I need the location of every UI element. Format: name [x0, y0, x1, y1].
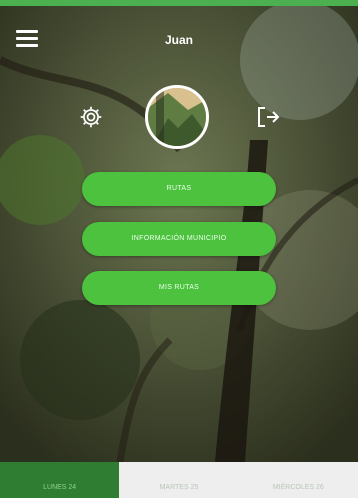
user-name: Juan [164, 33, 193, 47]
logout-icon[interactable] [254, 103, 282, 131]
app-screen: Juan RUTAS INFORMACIÓN MUNICIPIO MIS RUT… [0, 0, 358, 498]
day-tabs: LUNES 24 MARTES 25 MIÉRCOLES 26 [0, 462, 358, 498]
municipality-info-button[interactable]: INFORMACIÓN MUNICIPIO [82, 222, 276, 256]
routes-button[interactable]: RUTAS [82, 172, 276, 206]
my-routes-button[interactable]: MIS RUTAS [82, 271, 276, 305]
gear-icon[interactable] [78, 104, 104, 130]
tab-tuesday[interactable]: MARTES 25 [119, 462, 239, 498]
top-accent-bar [0, 0, 358, 6]
tab-monday[interactable]: LUNES 24 [0, 462, 120, 498]
avatar[interactable] [145, 85, 209, 149]
tab-wednesday[interactable]: MIÉRCOLES 26 [238, 462, 358, 498]
